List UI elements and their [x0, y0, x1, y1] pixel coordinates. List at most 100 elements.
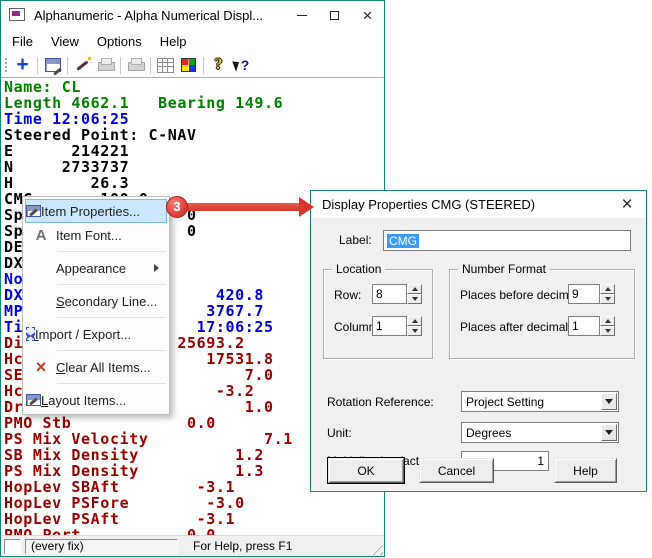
unit-select[interactable]: Degrees [461, 422, 619, 443]
menu-separator [57, 284, 166, 285]
display-row: HopLev PSAft -3.1 [4, 511, 383, 527]
menu-bar: FileViewOptionsHelp [1, 29, 384, 53]
menubar-item-options[interactable]: Options [88, 31, 151, 52]
spin-down-icon[interactable] [407, 294, 422, 304]
places-after-spinner[interactable] [600, 316, 615, 336]
multiplication-factor-value: 1 [537, 454, 544, 468]
annotation-badge: 3 [166, 196, 188, 218]
display-row: Time 12:06:25 [4, 111, 383, 127]
dropdown-arrow-icon[interactable] [601, 393, 617, 410]
places-after-input[interactable]: 1 [568, 316, 600, 336]
dialog-title: Display Properties CMG (STEERED) [322, 197, 535, 212]
unit-label: Unit: [327, 426, 352, 440]
dialog-close-button[interactable]: × [612, 191, 642, 218]
close-icon: × [363, 7, 373, 24]
app-icon [8, 8, 25, 23]
rotation-reference-label: Rotation Reference: [327, 395, 434, 409]
maximize-icon [330, 11, 339, 20]
submenu-arrow-icon [154, 264, 159, 272]
add-item-icon[interactable] [11, 55, 34, 75]
menu-item-clear-all-items[interactable]: Clear All Items... [25, 355, 167, 379]
status-pane-mode: (every fix) [25, 539, 178, 554]
menu-separator [57, 251, 166, 252]
dropdown-arrow-icon[interactable] [601, 424, 617, 441]
number-format-group-title: Number Format [458, 262, 550, 276]
display-row: Steered Point: C-NAV [4, 127, 383, 143]
colors-icon[interactable] [177, 55, 200, 75]
menu-item-label: Import / Export... [35, 327, 131, 342]
toolbar-separator [150, 57, 151, 74]
context-menu: Item Properties... Item Font... Appearance… [22, 196, 170, 415]
menu-item-item-font[interactable]: Item Font... [25, 223, 167, 247]
spin-up-icon[interactable] [600, 316, 615, 326]
status-pane-empty [4, 539, 21, 554]
dialog-display-properties: Display Properties CMG (STEERED) × Label… [310, 190, 647, 492]
form-edit-icon [26, 394, 41, 406]
maximize-button[interactable] [318, 1, 351, 29]
spin-down-icon[interactable] [600, 326, 615, 336]
display-row: PMO Port 0.0 [4, 527, 383, 535]
form-edit-icon [26, 205, 41, 217]
menu-item-label: Secondary Line... [56, 294, 157, 309]
location-group-title: Location [332, 262, 385, 276]
spin-up-icon[interactable] [600, 284, 615, 294]
import-export-icon [26, 327, 35, 341]
print-preview-icon[interactable] [124, 55, 147, 75]
rotation-reference-select[interactable]: Project Setting [461, 391, 619, 412]
menu-item-import-export[interactable]: Import / Export... [25, 322, 167, 346]
rotation-reference-value: Project Setting [462, 395, 601, 409]
places-before-spinner[interactable] [600, 284, 615, 304]
toolbar-gripper[interactable] [4, 57, 8, 74]
menu-item-item-properties[interactable]: Item Properties... [25, 199, 167, 223]
menu-item-layout-items[interactable]: Layout Items... [25, 388, 167, 412]
menu-item-label: Appearance [56, 261, 126, 276]
menubar-item-view[interactable]: View [42, 31, 88, 52]
letter-a-icon [26, 228, 56, 243]
menubar-item-help[interactable]: Help [151, 31, 196, 52]
unit-value: Degrees [462, 426, 601, 440]
context-help-icon[interactable] [230, 55, 253, 75]
row-input[interactable]: 8 [372, 284, 407, 304]
ok-button[interactable]: OK [328, 458, 404, 483]
menu-item-label: Layout Items... [41, 393, 126, 408]
menu-separator [57, 383, 166, 384]
column-spinner[interactable] [407, 316, 422, 336]
resize-grip[interactable] [370, 542, 383, 555]
places-before-input[interactable]: 9 [568, 284, 600, 304]
spin-up-icon[interactable] [407, 316, 422, 326]
grid-icon[interactable] [154, 55, 177, 75]
menu-item-label: Item Font... [56, 228, 122, 243]
close-button[interactable]: × [351, 1, 384, 29]
toolbar-separator [203, 57, 204, 74]
toolbar [1, 53, 384, 78]
toolbar-separator [67, 57, 68, 74]
spin-down-icon[interactable] [407, 326, 422, 336]
dialog-body: Label: CMG Location Row: 8 Column: 1 Num… [311, 218, 646, 491]
toolbar-separator [37, 57, 38, 74]
help-icon[interactable] [207, 55, 230, 75]
title-bar: Alphanumeric - Alpha Numerical Displ... … [1, 1, 384, 29]
wizard-icon[interactable] [71, 55, 94, 75]
window-title: Alphanumeric - Alpha Numerical Displ... [34, 8, 263, 23]
print-icon[interactable] [94, 55, 117, 75]
menu-item-secondary-line[interactable]: Secondary Line... [25, 289, 167, 313]
label-input-value: CMG [387, 234, 419, 248]
number-format-group: Number Format Places before decimal: 9 P… [449, 269, 635, 359]
menu-item-appearance[interactable]: Appearance [25, 256, 167, 280]
row-spinner[interactable] [407, 284, 422, 304]
item-properties-icon[interactable] [41, 55, 64, 75]
display-row: E 214221 [4, 143, 383, 159]
minimize-icon [297, 15, 307, 16]
help-button[interactable]: Help [554, 458, 617, 483]
cancel-button[interactable]: Cancel [419, 458, 494, 483]
column-input[interactable]: 1 [372, 316, 407, 336]
dialog-title-bar: Display Properties CMG (STEERED) × [311, 191, 646, 218]
spin-down-icon[interactable] [600, 294, 615, 304]
menubar-item-file[interactable]: File [3, 31, 42, 52]
annotation-arrow-shaft [185, 203, 300, 211]
label-input[interactable]: CMG [383, 230, 631, 251]
spin-up-icon[interactable] [407, 284, 422, 294]
annotation-arrow-head-icon [299, 197, 314, 217]
minimize-button[interactable] [285, 1, 318, 29]
menu-separator [57, 317, 166, 318]
